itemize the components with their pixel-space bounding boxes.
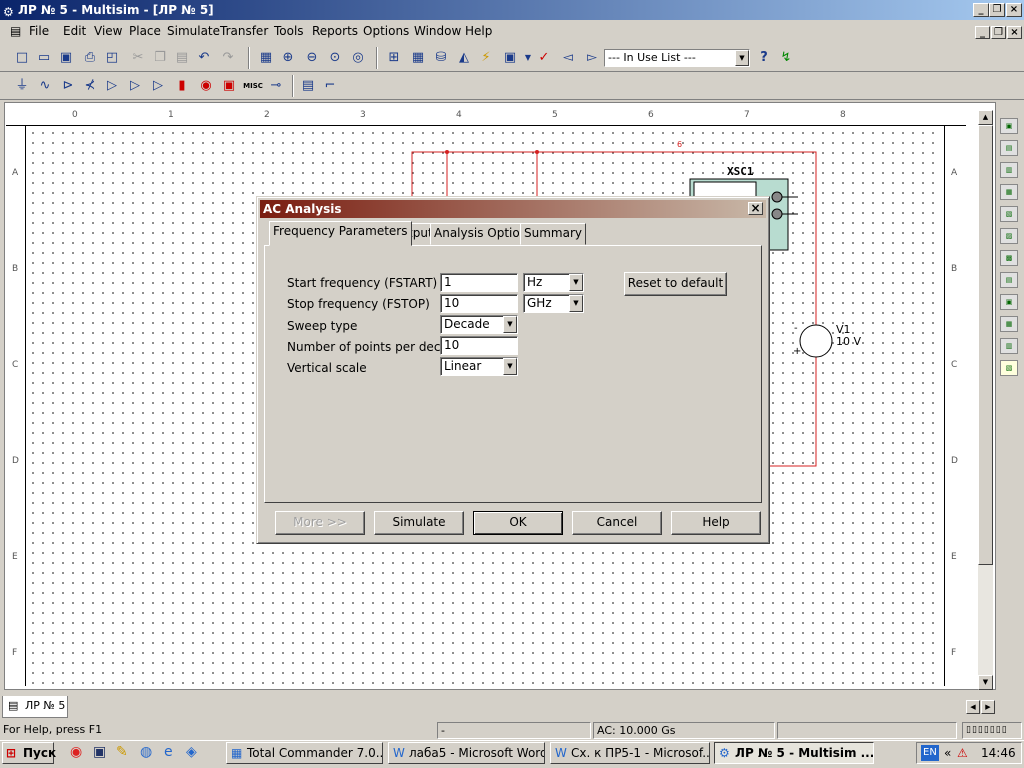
multisim-icon: ⚙ xyxy=(719,746,730,760)
vertical-scale-value: Linear xyxy=(444,359,482,373)
tray-app-icon[interactable]: ⚠ xyxy=(957,743,968,763)
fstart-unit-value: Hz xyxy=(527,275,543,289)
sweep-type-label: Sweep type xyxy=(287,319,358,333)
reset-to-default-button[interactable]: Reset to default xyxy=(624,272,727,296)
tab-scroll-right-icon[interactable]: ▶ xyxy=(981,700,995,714)
task-label: ЛР № 5 - Multisim ... xyxy=(735,746,874,760)
status-progress: ▯▯▯▯▯▯▯ xyxy=(962,722,1022,739)
points-per-decade-label: Number of points per decade xyxy=(287,340,463,354)
chevron-down-icon[interactable]: ▼ xyxy=(569,274,583,291)
status-ac-value: AC: 10.000 Gs xyxy=(593,722,775,739)
help-button[interactable]: Help xyxy=(671,511,761,535)
scroll-up-icon[interactable]: ▲ xyxy=(978,110,993,125)
media-icon[interactable]: ◍ xyxy=(140,744,152,760)
logic-converter-icon[interactable]: ▤ xyxy=(1000,272,1018,288)
task-word-laba5[interactable]: W лаба5 - Microsoft Word xyxy=(388,742,545,764)
ie-icon[interactable]: e xyxy=(164,744,173,760)
quick-launch-icon[interactable]: ◈ xyxy=(186,744,197,760)
fstart-label: Start frequency (FSTART) xyxy=(287,276,438,290)
windows-logo-icon: ⊞ xyxy=(6,746,17,760)
clock: 14:46 xyxy=(981,746,1016,760)
network-analyzer-icon[interactable]: ▥ xyxy=(1000,338,1018,354)
chrome-icon[interactable]: ◉ xyxy=(70,744,82,760)
fstop-unit-value: GHz xyxy=(527,296,552,310)
cancel-button[interactable]: Cancel xyxy=(572,511,662,535)
dialog-title: AC Analysis xyxy=(263,202,342,216)
source-plus-sign: + xyxy=(793,346,802,357)
source-minus-sign: - xyxy=(794,323,798,334)
status-bar: For Help, press F1 - AC: 10.000 Gs ▯▯▯▯▯… xyxy=(0,720,1024,740)
word-icon: W xyxy=(555,746,567,760)
task-label: Total Commander 7.0... xyxy=(247,746,383,760)
status-cell-empty xyxy=(777,722,957,739)
sheet-tab[interactable]: ▤ ЛР № 5 xyxy=(2,696,68,718)
chevron-down-icon[interactable]: ▼ xyxy=(569,295,583,312)
fstop-label: Stop frequency (FSTOP) xyxy=(287,297,430,311)
tab-frequency-parameters[interactable]: Frequency Parameters xyxy=(269,221,412,246)
ac-analysis-dialog: AC Analysis × Frequency Parameters Outpu… xyxy=(256,196,770,544)
dialog-close-icon[interactable]: × xyxy=(748,202,763,215)
simulate-button[interactable]: Simulate xyxy=(374,511,464,535)
start-button[interactable]: ⊞ Пуск xyxy=(2,742,57,764)
oscilloscope-icon[interactable]: ▦ xyxy=(1000,184,1018,200)
status-help-text: For Help, press F1 xyxy=(3,723,103,736)
points-per-decade-input[interactable]: 10 xyxy=(440,336,518,355)
task-label: Сх. к ПР5-1 - Microsof... xyxy=(571,746,710,760)
scroll-thumb[interactable] xyxy=(978,125,993,565)
task-multisim[interactable]: ⚙ ЛР № 5 - Multisim ... xyxy=(714,742,874,764)
wattmeter-icon[interactable]: ▥ xyxy=(1000,162,1018,178)
scroll-down-icon[interactable]: ▼ xyxy=(978,675,993,690)
function-generator-icon[interactable]: ▤ xyxy=(1000,140,1018,156)
tools-quick-icon[interactable]: ✎ xyxy=(116,744,128,760)
tab-summary[interactable]: Summary xyxy=(520,223,586,245)
system-tray: EN « ⚠ 14:46 xyxy=(916,742,1022,764)
task-total-commander[interactable]: ▦ Total Commander 7.0... xyxy=(226,742,383,764)
word-icon: W xyxy=(393,746,405,760)
total-commander-icon: ▦ xyxy=(231,746,243,760)
sweep-type-value: Decade xyxy=(444,317,490,331)
fstart-unit-select[interactable]: Hz ▼ xyxy=(523,273,584,292)
source-value: 10 V xyxy=(836,335,862,348)
logic-analyzer-icon[interactable]: ▩ xyxy=(1000,250,1018,266)
tray-expand-icon[interactable]: « xyxy=(944,743,951,763)
chevron-down-icon[interactable]: ▼ xyxy=(503,358,517,375)
tab-scroll-left-icon[interactable]: ◀ xyxy=(966,700,980,714)
task-label: лаба5 - Microsoft Word xyxy=(409,746,545,760)
word-generator-icon[interactable]: ▨ xyxy=(1000,228,1018,244)
sheet-tab-strip: ◀ ▶ xyxy=(0,692,1024,718)
bode-plotter-icon[interactable]: ▧ xyxy=(1000,206,1018,222)
vertical-scale-select[interactable]: Linear ▼ xyxy=(440,357,518,376)
measurement-probe-icon[interactable]: ▧ xyxy=(1000,360,1018,376)
scope-label: XSC1 xyxy=(727,165,754,178)
dialog-title-bar[interactable]: AC Analysis × xyxy=(260,200,766,218)
vertical-scale-label: Vertical scale xyxy=(287,361,367,375)
sheet-tab-label: ЛР № 5 xyxy=(25,699,66,712)
status-cell-mid: - xyxy=(437,722,591,739)
sweep-type-select[interactable]: Decade ▼ xyxy=(440,315,518,334)
multimeter-icon[interactable]: ▣ xyxy=(1000,118,1018,134)
sheet-icon: ▤ xyxy=(8,699,19,712)
save-quick-icon[interactable]: ▣ xyxy=(93,744,106,760)
fstart-input[interactable]: 1 xyxy=(440,273,518,292)
net-label: 6 xyxy=(677,140,683,149)
more-button[interactable]: More >> xyxy=(275,511,365,535)
ok-button[interactable]: OK xyxy=(473,511,563,535)
spectrum-analyzer-icon[interactable]: ▦ xyxy=(1000,316,1018,332)
distortion-analyzer-icon[interactable]: ▣ xyxy=(1000,294,1018,310)
language-indicator[interactable]: EN xyxy=(921,745,939,761)
fstop-unit-select[interactable]: GHz ▼ xyxy=(523,294,584,313)
task-word-schema[interactable]: W Сх. к ПР5-1 - Microsof... xyxy=(550,742,710,764)
fstop-input[interactable]: 10 xyxy=(440,294,518,313)
start-label: Пуск xyxy=(23,746,57,760)
vertical-scrollbar[interactable]: ▲ ▼ xyxy=(978,110,993,690)
instruments-toolbar: ▣ ▤ ▥ ▦ ▧ ▨ ▩ ▤ ▣ ▦ ▥ ▧ xyxy=(998,108,1020,408)
chevron-down-icon[interactable]: ▼ xyxy=(503,316,517,333)
